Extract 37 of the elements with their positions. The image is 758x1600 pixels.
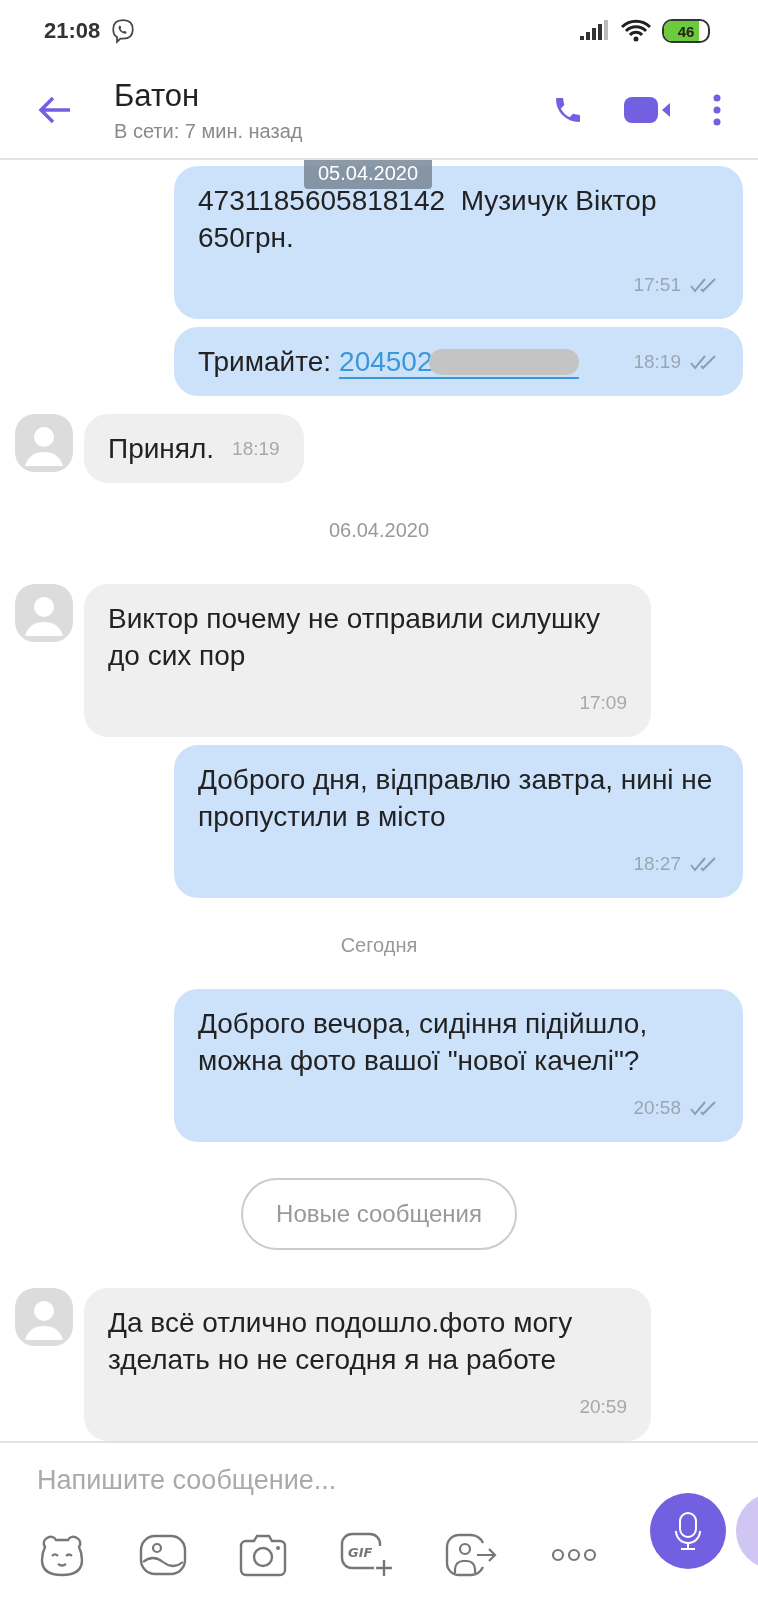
double-check-icon [689, 276, 719, 293]
battery-indicator: 46 [662, 19, 710, 44]
camera-icon[interactable] [238, 1533, 289, 1578]
message-text: Тримайте: [198, 345, 332, 380]
date-separator: 06.04.2020 [328, 519, 430, 543]
double-check-icon [689, 353, 719, 370]
back-arrow-icon[interactable] [38, 95, 72, 126]
new-messages-divider: Новые сообщения [241, 1178, 517, 1251]
double-check-icon [689, 855, 719, 872]
wifi-icon [620, 19, 652, 44]
date-chip: 05.04.2020 [304, 160, 433, 190]
contact-name: Батон [114, 77, 201, 114]
signal-icon [580, 20, 610, 43]
message-time: 18:19 [633, 350, 681, 375]
phone-bubble-icon [110, 18, 137, 45]
gallery-icon[interactable] [138, 1534, 187, 1577]
message-time: 17:09 [579, 691, 627, 716]
more-options-icon[interactable] [712, 94, 722, 127]
message-time: 20:58 [633, 1096, 681, 1121]
more-icon[interactable] [550, 1548, 597, 1563]
microphone-icon [674, 1511, 702, 1552]
message-text: Принял. [108, 432, 215, 467]
message-text: Да всё отлично подошло.фото могу зделать но не сегодня я на работе [108, 1306, 574, 1378]
message-time: 17:51 [633, 273, 681, 298]
video-camera-icon[interactable] [624, 95, 672, 126]
message-input[interactable]: Напишите сообщение... [37, 1465, 597, 1497]
message-time: 20:59 [579, 1395, 627, 1420]
double-check-icon [689, 1099, 719, 1116]
message-link[interactable]: 204502 [339, 347, 579, 380]
date-separator: Сегодня [340, 934, 418, 958]
message-text: Доброго вечора, сидіння підійшло, можна фото вашої "нової качелі"? [198, 1007, 649, 1079]
message-time: 18:19 [232, 437, 280, 462]
status-time: 21:08 [44, 18, 101, 45]
last-seen-status: В сети: 7 мин. назад [114, 119, 304, 143]
message-text: Доброго дня, відправлю завтра, нині не пропустили в місто [198, 763, 714, 835]
message-text: Виктор почему не отправили силушку до сих пор [108, 602, 602, 674]
message-time: 18:27 [633, 852, 681, 877]
